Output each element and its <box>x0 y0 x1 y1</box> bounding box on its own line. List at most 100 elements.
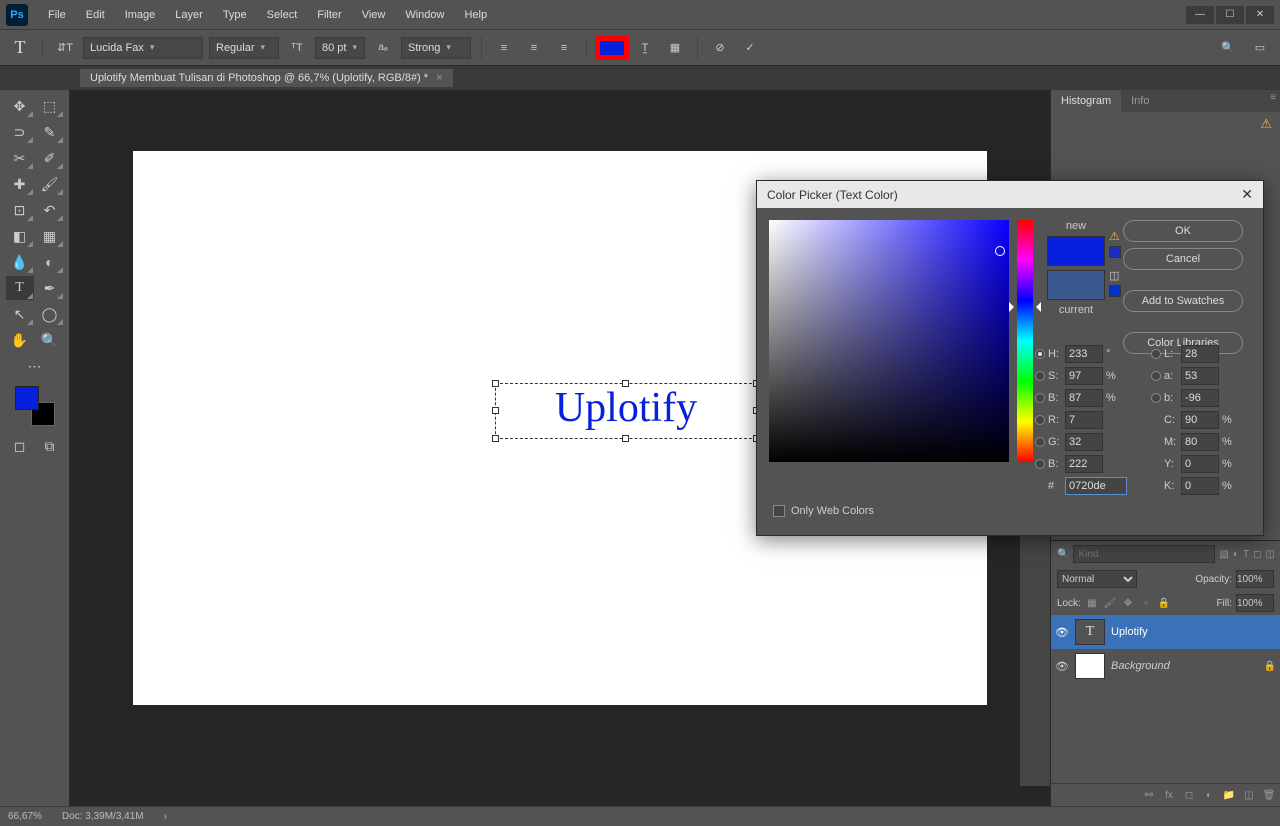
layers-filter-input[interactable] <box>1073 545 1215 563</box>
quick-select-tool[interactable]: ✎ <box>36 120 64 144</box>
menu-type[interactable]: Type <box>213 5 257 25</box>
dodge-tool[interactable]: ◐ <box>36 250 64 274</box>
zoom-level[interactable]: 66,67% <box>8 811 42 822</box>
layer-uplotify[interactable]: 👁 T Uplotify <box>1051 615 1280 649</box>
gradient-tool[interactable]: ▦ <box>36 224 64 248</box>
b-input[interactable] <box>1181 389 1219 407</box>
menu-layer[interactable]: Layer <box>165 5 213 25</box>
shape-tool[interactable]: ◯ <box>36 302 64 326</box>
warning-icon[interactable]: ⚠ <box>1260 116 1272 132</box>
minimize-button[interactable]: — <box>1186 6 1214 24</box>
y-input[interactable] <box>1181 455 1219 473</box>
layer-background[interactable]: 👁 Background 🔒 <box>1051 649 1280 683</box>
h-radio[interactable] <box>1035 349 1045 359</box>
crop-tool[interactable]: ✂ <box>6 146 34 170</box>
filter-adjust-icon[interactable]: ◐ <box>1233 547 1239 561</box>
menu-view[interactable]: View <box>352 5 396 25</box>
workspace-button[interactable]: ▭ <box>1248 36 1272 60</box>
layer-group-icon[interactable]: 📁 <box>1222 788 1236 802</box>
search-icon[interactable]: 🔍 <box>1216 36 1240 60</box>
current-color-swatch[interactable] <box>1047 270 1105 300</box>
doc-size[interactable]: Doc: 3,39M/3,41M <box>62 811 144 822</box>
k-input[interactable] <box>1181 477 1219 495</box>
add-swatches-button[interactable]: Add to Swatches <box>1123 290 1243 312</box>
panel-menu-icon[interactable]: ≡ <box>1266 90 1280 104</box>
g-input[interactable] <box>1065 433 1103 451</box>
web-colors-checkbox[interactable] <box>773 505 785 517</box>
filter-shape-icon[interactable]: ◻ <box>1253 547 1261 561</box>
text-color-swatch[interactable] <box>597 38 627 58</box>
color-field[interactable] <box>769 220 1009 462</box>
l-radio[interactable] <box>1151 349 1161 359</box>
marquee-tool[interactable]: ⬚ <box>36 94 64 118</box>
link-layers-icon[interactable]: ⚯ <box>1142 788 1156 802</box>
type-tool[interactable]: T <box>6 276 34 300</box>
layer-name[interactable]: Uplotify <box>1111 626 1148 638</box>
foreground-color[interactable] <box>15 386 39 410</box>
bv-input[interactable] <box>1065 389 1103 407</box>
cancel-button[interactable]: Cancel <box>1123 248 1243 270</box>
menu-filter[interactable]: Filter <box>307 5 351 25</box>
s-radio[interactable] <box>1035 371 1045 381</box>
hue-pointer-right[interactable] <box>1031 302 1041 312</box>
layer-fx-icon[interactable]: fx <box>1162 788 1176 802</box>
a-radio[interactable] <box>1151 371 1161 381</box>
lasso-tool[interactable]: ⊃ <box>6 120 34 144</box>
lock-move-icon[interactable]: ✥ <box>1121 596 1135 610</box>
c-input[interactable] <box>1181 411 1219 429</box>
character-panel-button[interactable]: ▦ <box>663 36 687 60</box>
history-brush-tool[interactable]: ↶ <box>36 198 64 222</box>
filter-icon[interactable]: 🔍 <box>1057 547 1069 561</box>
anti-alias-dropdown[interactable]: Strong <box>401 37 471 59</box>
hex-input[interactable] <box>1065 477 1127 495</box>
stamp-tool[interactable]: ⊡ <box>6 198 34 222</box>
warp-text-button[interactable]: T̰ <box>633 36 657 60</box>
foreground-background-colors[interactable] <box>15 386 55 426</box>
layer-mask-icon[interactable]: ◻ <box>1182 788 1196 802</box>
gamut-swatch[interactable] <box>1109 246 1121 258</box>
zoom-tool[interactable]: 🔍 <box>36 328 64 352</box>
visibility-icon[interactable]: 👁 <box>1055 660 1069 673</box>
align-right-button[interactable]: ≡ <box>552 36 576 60</box>
a-input[interactable] <box>1181 367 1219 385</box>
s-input[interactable] <box>1065 367 1103 385</box>
bv-radio[interactable] <box>1035 393 1045 403</box>
text-bounding-box[interactable]: Uplotify <box>495 383 757 439</box>
brush-tool[interactable]: 🖌 <box>36 172 64 196</box>
websafe-icon[interactable]: ◫ <box>1109 269 1121 282</box>
close-tab-button[interactable]: × <box>436 72 442 84</box>
h-input[interactable] <box>1065 345 1103 363</box>
g-radio[interactable] <box>1035 437 1045 447</box>
filter-image-icon[interactable]: ▧ <box>1219 547 1228 561</box>
visibility-icon[interactable]: 👁 <box>1055 626 1069 639</box>
ok-button[interactable]: OK <box>1123 220 1243 242</box>
filter-type-icon[interactable]: T <box>1243 547 1249 561</box>
handle-mid-left[interactable] <box>492 407 499 414</box>
lock-transparency-icon[interactable]: ▦ <box>1085 596 1099 610</box>
path-select-tool[interactable]: ↖ <box>6 302 34 326</box>
dialog-close-button[interactable]: ✕ <box>1241 186 1253 203</box>
r-input[interactable] <box>1065 411 1103 429</box>
menu-select[interactable]: Select <box>257 5 308 25</box>
hand-tool[interactable]: ✋ <box>6 328 34 352</box>
eraser-tool[interactable]: ◧ <box>6 224 34 248</box>
maximize-button[interactable]: ☐ <box>1216 6 1244 24</box>
pen-tool[interactable]: ✒ <box>36 276 64 300</box>
handle-bot-left[interactable] <box>492 435 499 442</box>
font-size-dropdown[interactable]: 80 pt <box>315 37 365 59</box>
opacity-input[interactable] <box>1236 570 1274 588</box>
m-input[interactable] <box>1181 433 1219 451</box>
color-field-cursor[interactable] <box>995 246 1005 256</box>
histogram-tab[interactable]: Histogram <box>1051 90 1121 112</box>
delete-layer-icon[interactable]: 🗑 <box>1262 788 1276 802</box>
b-radio[interactable] <box>1151 393 1161 403</box>
more-tools[interactable]: ⋯ <box>21 354 49 378</box>
fill-input[interactable] <box>1236 594 1274 612</box>
layer-name[interactable]: Background <box>1111 660 1170 672</box>
menu-file[interactable]: File <box>38 5 76 25</box>
new-layer-icon[interactable]: ◫ <box>1242 788 1256 802</box>
filter-smart-icon[interactable]: ◫ <box>1265 547 1274 561</box>
canvas-text[interactable]: Uplotify <box>496 384 756 432</box>
hue-slider[interactable] <box>1017 220 1033 462</box>
websafe-swatch[interactable] <box>1109 285 1121 297</box>
